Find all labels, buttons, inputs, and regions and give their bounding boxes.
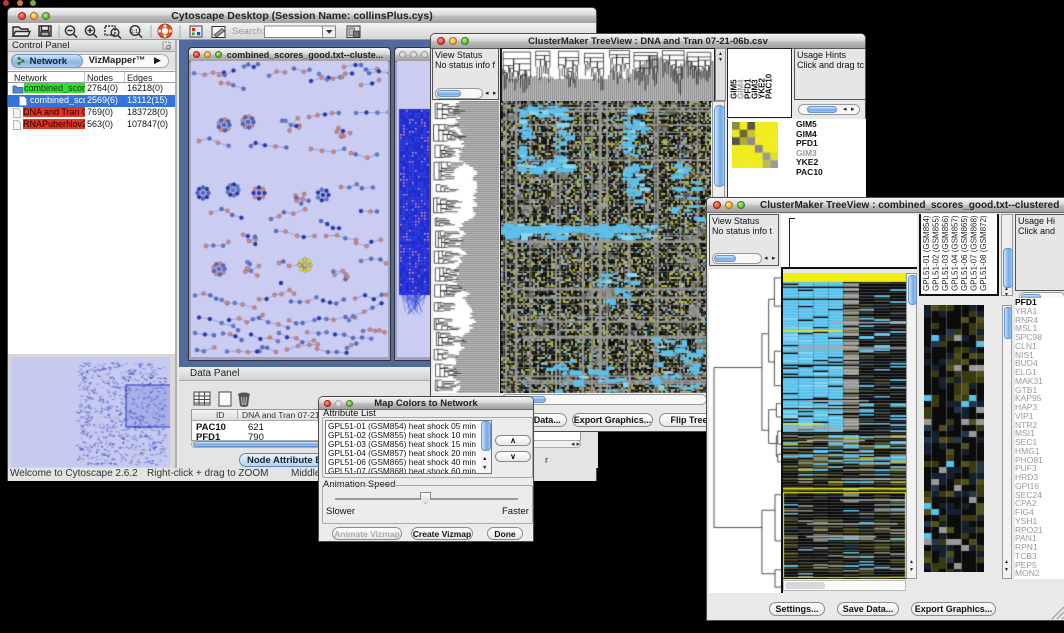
svg-text:1:1: 1:1 (131, 29, 139, 35)
svg-text:GPL51-07 (GSM868): GPL51-07 (GSM868) (970, 215, 979, 291)
svg-text:GPL51-02 (GSM855): GPL51-02 (GSM855) (932, 215, 941, 291)
svg-text:GPL51-03 (GSM856): GPL51-03 (GSM856) (941, 215, 950, 291)
svg-text:GPL51-04 (GSM857): GPL51-04 (GSM857) (951, 215, 960, 291)
svg-text:Search:: Search: (232, 26, 265, 37)
svg-text:GPL51-01 (GSM854): GPL51-01 (GSM854) (922, 215, 931, 291)
svg-text:GPL51-06 (GSM865): GPL51-06 (GSM865) (960, 215, 969, 291)
svg-text:PAC10: PAC10 (765, 73, 774, 99)
svg-text:GPL51-08 (GSM872): GPL51-08 (GSM872) (979, 215, 988, 291)
